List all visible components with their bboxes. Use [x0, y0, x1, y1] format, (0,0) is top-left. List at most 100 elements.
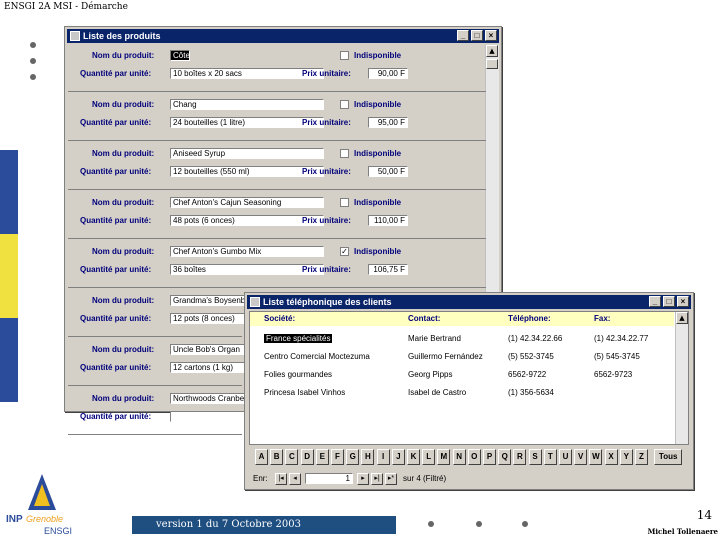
- price-field[interactable]: 50,00 F: [368, 166, 408, 177]
- clients-title: Liste téléphonique des clients: [263, 297, 392, 307]
- letter-button-g[interactable]: G: [346, 449, 360, 465]
- letter-button-d[interactable]: D: [300, 449, 314, 465]
- price-field[interactable]: 95,00 F: [368, 117, 408, 128]
- client-company: Princesa Isabel Vinhos: [264, 388, 346, 397]
- name-label: Nom du produit:: [92, 149, 155, 158]
- letter-button-t[interactable]: T: [543, 449, 557, 465]
- letter-button-p[interactable]: P: [483, 449, 496, 465]
- letter-button-z[interactable]: Z: [635, 449, 648, 465]
- clients-window: Liste téléphonique des clients _ □ × Soc…: [244, 292, 694, 490]
- record-number-field[interactable]: 1: [305, 473, 353, 484]
- unavailable-label: Indisponible: [354, 149, 402, 158]
- col-phone: Téléphone:: [508, 314, 551, 323]
- letter-button-b[interactable]: B: [270, 449, 284, 465]
- next-record-button[interactable]: ▸: [357, 473, 369, 485]
- unavailable-checkbox[interactable]: [340, 100, 349, 109]
- client-contact: Georg Pipps: [408, 370, 453, 379]
- client-row[interactable]: Folies gourmandes Georg Pipps 6562-9722 656…: [250, 368, 674, 382]
- bullet: [30, 74, 36, 80]
- unavailable-checkbox[interactable]: [340, 149, 349, 158]
- product-name-field[interactable]: Chang: [170, 99, 324, 110]
- client-contact: Marie Bertrand: [408, 334, 461, 343]
- client-row[interactable]: Centro Comercial Moctezuma Guillermo Fern…: [250, 350, 674, 364]
- client-fax: 6562-9723: [594, 370, 633, 379]
- unavailable-checkbox[interactable]: [340, 51, 349, 60]
- client-phone: (1) 42.34.22.66: [508, 334, 563, 343]
- letter-button-r[interactable]: R: [513, 449, 527, 465]
- first-record-button[interactable]: |◂: [275, 473, 287, 485]
- price-field[interactable]: 106,75 F: [368, 264, 408, 275]
- letter-button-h[interactable]: H: [361, 449, 375, 465]
- col-contact: Contact:: [408, 314, 441, 323]
- qty-field[interactable]: 10 boîtes x 20 sacs: [170, 68, 324, 79]
- letter-button-k[interactable]: K: [407, 449, 420, 465]
- letter-button-j[interactable]: J: [391, 449, 405, 465]
- qty-label: Quantité par unité:: [80, 118, 152, 127]
- bullet: [30, 42, 36, 48]
- name-label: Nom du produit:: [92, 100, 155, 109]
- client-row[interactable]: Princesa Isabel Vinhos Isabel de Castro (1…: [250, 386, 674, 400]
- product-record: Nom du produit: Chef Anton's Gumbo Mix ✓ In…: [68, 240, 486, 288]
- letter-button-w[interactable]: W: [589, 449, 603, 465]
- price-field[interactable]: 90,00 F: [368, 68, 408, 79]
- scroll-up-button[interactable]: ▲: [676, 312, 688, 324]
- price-label: Prix unitaire:: [302, 167, 351, 176]
- qty-field[interactable]: 36 boîtes: [170, 264, 324, 275]
- product-name-field[interactable]: Aniseed Syrup: [170, 148, 324, 159]
- letter-button-y[interactable]: Y: [619, 449, 633, 465]
- letter-button-s[interactable]: S: [528, 449, 542, 465]
- minimize-button[interactable]: _: [457, 30, 469, 41]
- price-field[interactable]: 110,00 F: [368, 215, 408, 226]
- maximize-button[interactable]: □: [471, 30, 483, 41]
- qty-field[interactable]: 12 bouteilles (550 ml): [170, 166, 324, 177]
- qty-label: Quantité par unité:: [80, 216, 152, 225]
- side-stripe-yellow: [0, 234, 18, 318]
- record-count: sur 4 (Filtré): [403, 474, 447, 483]
- unavailable-checkbox[interactable]: ✓: [340, 247, 349, 256]
- letter-button-f[interactable]: F: [331, 449, 344, 465]
- bullet: [522, 521, 528, 527]
- col-company: Société:: [264, 314, 296, 323]
- letter-button-c[interactable]: C: [285, 449, 299, 465]
- prev-record-button[interactable]: ◂: [289, 473, 301, 485]
- letter-button-l[interactable]: L: [422, 449, 436, 465]
- letter-button-n[interactable]: N: [452, 449, 466, 465]
- letter-button-i[interactable]: I: [376, 449, 390, 465]
- author: Michel Tollenaere: [647, 527, 718, 536]
- letter-button-e[interactable]: E: [315, 449, 329, 465]
- unavailable-checkbox[interactable]: [340, 198, 349, 207]
- letter-all-button[interactable]: Tous: [654, 449, 683, 465]
- col-fax: Fax:: [594, 314, 611, 323]
- new-record-button[interactable]: ▸*: [385, 473, 397, 485]
- minimize-button[interactable]: _: [649, 296, 661, 307]
- unavailable-label: Indisponible: [354, 247, 402, 256]
- qty-field[interactable]: 48 pots (6 onces): [170, 215, 324, 226]
- maximize-button[interactable]: □: [663, 296, 675, 307]
- unavailable-label: Indisponible: [354, 198, 402, 207]
- letter-button-u[interactable]: U: [559, 449, 572, 465]
- price-label: Prix unitaire:: [302, 69, 351, 78]
- close-button[interactable]: ×: [677, 296, 689, 307]
- product-name-field[interactable]: Chef Anton's Gumbo Mix: [170, 246, 324, 257]
- client-row[interactable]: France spécialités Marie Bertrand (1) 42.3…: [250, 332, 674, 346]
- letter-button-m[interactable]: M: [437, 449, 451, 465]
- clients-header-row: Société: Contact: Téléphone: Fax:: [250, 312, 674, 326]
- product-name-field[interactable]: Côte: [170, 50, 190, 61]
- close-button[interactable]: ×: [485, 30, 497, 41]
- letter-button-q[interactable]: Q: [498, 449, 512, 465]
- qty-label: Quantité par unité:: [80, 363, 152, 372]
- scroll-thumb[interactable]: [486, 59, 498, 69]
- letter-button-x[interactable]: X: [604, 449, 618, 465]
- last-record-button[interactable]: ▸|: [371, 473, 383, 485]
- name-label: Nom du produit:: [92, 198, 155, 207]
- clients-scrollbar[interactable]: ▲: [675, 312, 688, 444]
- scroll-up-button[interactable]: ▲: [486, 45, 498, 57]
- product-name-field[interactable]: Chef Anton's Cajun Seasoning: [170, 197, 324, 208]
- letter-button-a[interactable]: A: [255, 449, 268, 465]
- qty-label: Quantité par unité:: [80, 69, 152, 78]
- letter-button-o[interactable]: O: [467, 449, 481, 465]
- qty-field[interactable]: 24 bouteilles (1 litre): [170, 117, 324, 128]
- nav-label: Enr:: [253, 474, 268, 483]
- client-contact: Isabel de Castro: [408, 388, 467, 397]
- letter-button-v[interactable]: V: [574, 449, 588, 465]
